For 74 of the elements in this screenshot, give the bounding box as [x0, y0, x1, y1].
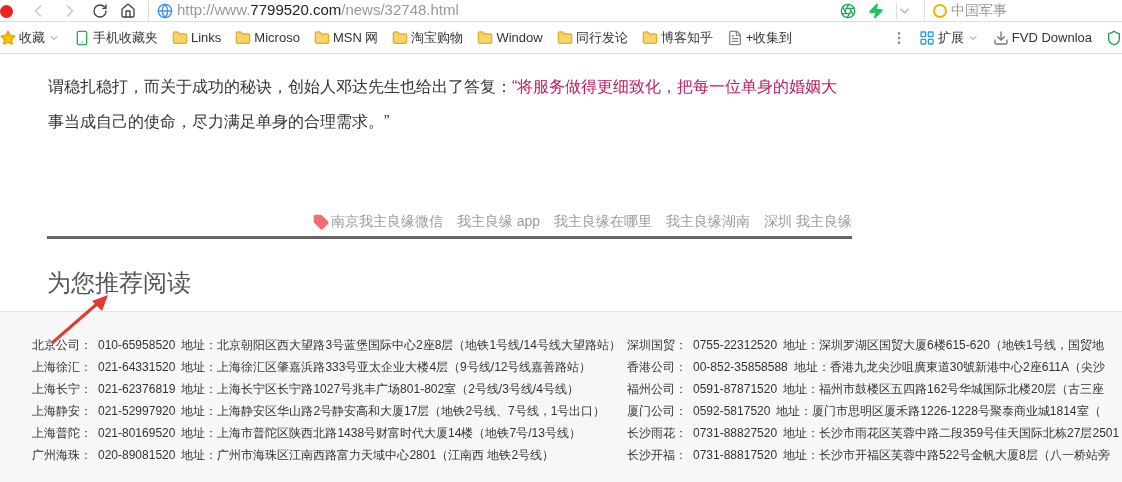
apps-icon: [918, 29, 935, 46]
download-icon: [992, 29, 1009, 46]
alert-icon: [0, 5, 13, 18]
bookmark-item[interactable]: MSN 网: [313, 27, 379, 48]
bookmark-item[interactable]: Microso: [235, 27, 300, 48]
page-icon: [726, 29, 743, 46]
office-phone: 021-80169520: [98, 425, 176, 442]
office-address: 地址：深圳罗湖区国贸大厦6楼615-620（地铁1号线，国贸地: [783, 337, 1105, 354]
office-name: 深圳国贸：: [627, 337, 687, 354]
office-name: 广州海珠：: [32, 447, 92, 464]
office-phone: 020-89081520: [98, 447, 176, 464]
bookmark-item[interactable]: 同行发论: [556, 27, 628, 48]
folder-icon: [477, 29, 494, 46]
office-address: 地址：香港九龙尖沙咀廣東道30號新港中心2座611A（尖沙: [793, 359, 1105, 376]
lightning-icon[interactable]: [868, 2, 884, 19]
office-phone: 021-62376819: [98, 381, 176, 398]
folder-icon: [313, 29, 330, 46]
office-address: 地址：福州市鼓楼区五四路162号华城国际北楼20层（古三座: [783, 381, 1105, 398]
bookmark-item[interactable]: 博客知乎: [641, 27, 713, 48]
office-name: 厦门公司：: [627, 403, 687, 420]
bookmark-item[interactable]: Links: [172, 27, 222, 48]
home-icon[interactable]: [120, 2, 136, 19]
office-address: 地址：长沙市雨花区芙蓉中路二段359号佳天国际北栋27层2501: [783, 425, 1120, 442]
extension-item[interactable]: 扩展: [918, 27, 979, 48]
folder-icon: [556, 29, 573, 46]
folder-icon: [172, 29, 188, 46]
office-address: 地址：上海市普陀区陕西北路1438号财富时代大厦14楼（地铁7号/13号线）: [181, 425, 581, 442]
office-name: 长沙雨花：: [627, 425, 687, 442]
bookmark-item[interactable]: 手机收藏夹: [74, 27, 158, 48]
folder-icon: [641, 29, 658, 46]
office-name: 北京公司：: [32, 337, 92, 354]
address-bar[interactable]: http://www.7799520.com/news/32748.html: [148, 0, 828, 21]
article-paragraph: 谓稳扎稳打，而关于成功的秘诀，创始人邓达先生也给出了答复：“将服务做得更细致化，把每一位单身的婚姻大 事当成自己的使命，尽力满足单身的合理需求。”: [48, 77, 839, 132]
bookmark-item[interactable]: 淘宝购物: [392, 27, 464, 48]
office-phone: 021-52997920: [98, 403, 176, 420]
office-address: 地址：长沙市开福区芙蓉中路522号金帆大厦8层（八一桥站旁: [783, 447, 1110, 464]
bookmark-item[interactable]: 收藏: [0, 27, 60, 48]
office-address: 地址：北京朝阳区西大望路3号蓝堡国际中心2座8层（地铁1号线/14号线大望路站）: [181, 337, 621, 354]
office-name: 上海徐汇：: [32, 359, 92, 376]
office-phone: 00-852-35858588: [693, 359, 788, 376]
search-field[interactable]: 中国军事: [951, 0, 1091, 21]
shield-icon[interactable]: [1106, 29, 1122, 46]
dropdown-icon[interactable]: [896, 2, 912, 19]
office-address: 地址：上海徐汇区肇嘉浜路333号亚太企业大楼4层（9号线/12号线嘉善路站）: [181, 359, 592, 376]
bookmark-item[interactable]: Window: [477, 27, 543, 48]
office-phone: 010-65958520: [98, 337, 176, 354]
globe-icon: [157, 2, 173, 19]
office-name: 上海普陀：: [32, 425, 92, 442]
office-phone: 0591-87871520: [693, 381, 778, 398]
search-icon: [933, 3, 947, 18]
tag-icon: [312, 213, 329, 230]
office-name: 上海静安：: [32, 403, 92, 420]
office-phone: 0592-5817520: [693, 403, 771, 420]
office-name: 长沙开福：: [627, 447, 687, 464]
bookmark-item[interactable]: +收集到: [726, 27, 793, 48]
star-icon: [0, 29, 16, 46]
folder-icon: [392, 29, 409, 46]
phone-icon: [74, 29, 90, 46]
office-phone: 0755-22312520: [693, 337, 778, 354]
office-address: 地址：上海长宁区长宁路1027号兆丰广场801-802室（2号线/3号线/4号线）: [181, 381, 579, 398]
office-phone: 0731-88817520: [693, 447, 778, 464]
office-name: 香港公司：: [627, 359, 687, 376]
folder-icon: [235, 29, 252, 46]
office-phone: 021-64331520: [98, 359, 176, 376]
office-phone: 0731-88827520: [693, 425, 778, 442]
section-heading: 为您推荐阅读: [47, 268, 191, 298]
office-name: 福州公司：: [627, 381, 687, 398]
office-address: 地址：广州市海珠区江南西路富力天域中心2801（江南西 地铁2号线）: [181, 447, 555, 464]
office-address: 地址：上海静安区华山路2号静安高和大厦17层（地铁2号线、7号线，1号出口）: [181, 403, 606, 420]
aperture-icon[interactable]: [840, 2, 856, 19]
extension-item[interactable]: FVD Downloa: [992, 27, 1092, 48]
office-name: 上海长宁：: [32, 381, 92, 398]
office-address: 地址：厦门市思明区厦禾路1226-1228号聚泰商业城1814室（: [776, 403, 1101, 420]
refresh-icon[interactable]: [92, 2, 108, 19]
